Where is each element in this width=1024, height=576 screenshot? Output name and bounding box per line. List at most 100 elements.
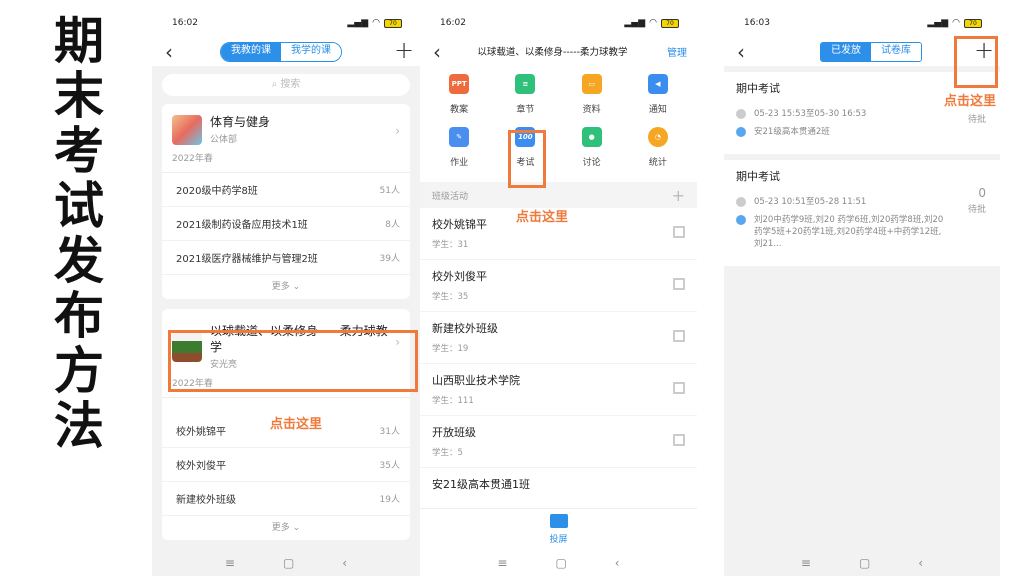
- menu-icon[interactable]: ≡: [497, 556, 507, 570]
- ppt-icon: PPT: [449, 74, 470, 94]
- class-name: 校外姚锦平: [176, 427, 226, 438]
- class-name: 校外刘俊平: [176, 461, 226, 472]
- exam-status: 待批: [967, 205, 986, 215]
- tab-paper-library[interactable]: 试卷库: [871, 43, 921, 61]
- system-nav: ≡ ▢ ‹: [420, 550, 697, 576]
- class-name: 开放班级: [432, 426, 476, 439]
- status-bar: 16:02 ▂▄▆ ◠ 70: [420, 10, 697, 36]
- clock-icon: [736, 197, 746, 207]
- grid-item-tongji[interactable]: ◔ 统计: [625, 127, 691, 168]
- title-char: 布: [54, 287, 104, 345]
- title-char: 发: [54, 232, 104, 290]
- feature-grid: PPT 教案 ≡ 章节 ▭ 资料 ◀ 通知 ✎ 作业 100 考试 ● 讨论 ◔ 统计: [420, 66, 697, 168]
- grid-item-taolun[interactable]: ● 讨论: [559, 127, 625, 168]
- qrcode-icon[interactable]: [673, 434, 685, 446]
- wifi-icon: ◠: [372, 18, 380, 28]
- page-title: 以球载道、以柔修身-----柔力球教学: [477, 47, 628, 58]
- nav-bar: ‹ 以球载道、以柔修身-----柔力球教学 管理: [420, 36, 697, 66]
- more-link[interactable]: 更多 ⌄: [162, 275, 410, 299]
- title-char: 末: [54, 67, 104, 125]
- home-icon[interactable]: ▢: [283, 556, 294, 570]
- home-icon[interactable]: ▢: [555, 556, 566, 570]
- title-char: 法: [54, 397, 104, 455]
- highlight-box: [954, 36, 998, 88]
- discuss-icon: ●: [581, 127, 602, 147]
- class-count: 19人: [379, 495, 400, 505]
- course-dept: 公体部: [210, 135, 238, 145]
- status-bar: 16:02 ▂▄▆ ◠ 70: [152, 10, 420, 36]
- highlight-box: [168, 330, 418, 392]
- back-nav-icon[interactable]: ‹: [918, 556, 923, 570]
- battery-icon: 70: [964, 18, 982, 28]
- back-nav-icon[interactable]: ‹: [342, 556, 347, 570]
- clock: 16:03: [744, 18, 770, 28]
- add-icon[interactable]: +: [392, 36, 416, 64]
- back-icon[interactable]: ‹: [428, 40, 446, 64]
- qrcode-icon[interactable]: [673, 278, 685, 290]
- screen-cast-button[interactable]: 投屏: [420, 508, 697, 550]
- title-char: 试: [54, 177, 104, 235]
- grid-item-ziliao[interactable]: ▭ 资料: [559, 74, 625, 115]
- course-term: 2022年春: [162, 149, 410, 173]
- status-bar: 16:03 ▂▄▆ ◠ 70: [724, 10, 1000, 36]
- course-card[interactable]: 体育与健身 公体部 › 2022年春 2020级中药学8班 51人 2021级制药…: [162, 104, 410, 299]
- signal-icon: ▂▄▆: [624, 18, 646, 28]
- exam-count: 0: [978, 186, 986, 200]
- menu-icon[interactable]: ≡: [801, 556, 811, 570]
- signal-icon: ▂▄▆: [347, 18, 369, 28]
- class-row[interactable]: 开放班级 学生：5: [420, 416, 697, 468]
- wifi-icon: ◠: [952, 18, 960, 28]
- class-row[interactable]: 新建校外班级 19人: [162, 482, 410, 516]
- class-students: 学生：111: [432, 396, 474, 406]
- search-input[interactable]: ⌕ 搜索: [162, 74, 410, 96]
- manage-button[interactable]: 管理: [667, 44, 687, 59]
- class-row[interactable]: 山西职业技术学院 学生：111: [420, 364, 697, 416]
- clock: 16:02: [172, 18, 198, 28]
- grid-label: 资料: [582, 105, 601, 115]
- chevron-right-icon: ›: [395, 124, 400, 138]
- title-char: 期: [54, 12, 104, 70]
- class-row[interactable]: 2021级制药设备应用技术1班 8人: [162, 207, 410, 241]
- click-hint: 点击这里: [516, 210, 569, 225]
- class-name: 校外刘俊平: [432, 270, 487, 283]
- grid-item-tongzhi[interactable]: ◀ 通知: [625, 74, 691, 115]
- more-link[interactable]: 更多 ⌄: [162, 516, 410, 540]
- grid-item-zhangjie[interactable]: ≡ 章节: [492, 74, 558, 115]
- class-count: 51人: [379, 186, 400, 196]
- screen-cast-icon: [549, 514, 568, 528]
- tab-teaching[interactable]: 我教的课: [221, 43, 281, 61]
- class-row[interactable]: 校外刘俊平 学生：35: [420, 260, 697, 312]
- exam-item[interactable]: 期中考试 05-23 10:51至05-28 11:51 刘20中药学9班,刘2…: [724, 160, 1000, 266]
- class-row[interactable]: 新建校外班级 学生：19: [420, 312, 697, 364]
- back-nav-icon[interactable]: ‹: [615, 556, 620, 570]
- grid-item-jiaoan[interactable]: PPT 教案: [426, 74, 492, 115]
- qrcode-icon[interactable]: [673, 382, 685, 394]
- qrcode-icon[interactable]: [673, 226, 685, 238]
- grid-label: 统计: [648, 158, 667, 168]
- exam-time: 05-23 15:53至05-30 16:53: [754, 109, 867, 119]
- menu-icon[interactable]: ≡: [225, 556, 235, 570]
- class-icon: [736, 215, 746, 225]
- add-activity-icon[interactable]: +: [672, 186, 685, 205]
- class-name: 安21级高本贯通1班: [432, 478, 530, 491]
- exam-classes: 刘20中药学9班,刘20 药学6班,刘20药学8班,刘20药学5班+20药学1班…: [754, 215, 944, 249]
- click-hint: 点击这里: [270, 417, 323, 432]
- system-nav: ≡ ▢ ‹: [724, 550, 1000, 576]
- qrcode-icon[interactable]: [673, 330, 685, 342]
- phone-course-list: 16:02 ▂▄▆ ◠ 70 ‹ 我教的课 我学的课 + ⌕ 搜索 体育与健身 公体…: [152, 10, 420, 576]
- class-row[interactable]: 2021级医疗器械维护与管理2班 39人: [162, 241, 410, 275]
- section-title: 班级活动: [432, 191, 469, 202]
- home-icon[interactable]: ▢: [859, 556, 870, 570]
- back-icon[interactable]: ‹: [732, 40, 750, 64]
- tab-released[interactable]: 已发放: [821, 43, 871, 61]
- class-row[interactable]: 2020级中药学8班 51人: [162, 173, 410, 207]
- search-placeholder: 搜索: [280, 79, 301, 90]
- class-row[interactable]: 校外刘俊平 35人: [162, 448, 410, 482]
- tab-learning[interactable]: 我学的课: [281, 43, 341, 61]
- grid-item-zuoye[interactable]: ✎ 作业: [426, 127, 492, 168]
- wifi-icon: ◠: [649, 18, 657, 28]
- title-char: 方: [54, 342, 104, 400]
- stats-icon: ◔: [647, 127, 668, 147]
- click-hint: 点击这里: [944, 94, 997, 109]
- back-icon[interactable]: ‹: [160, 40, 178, 64]
